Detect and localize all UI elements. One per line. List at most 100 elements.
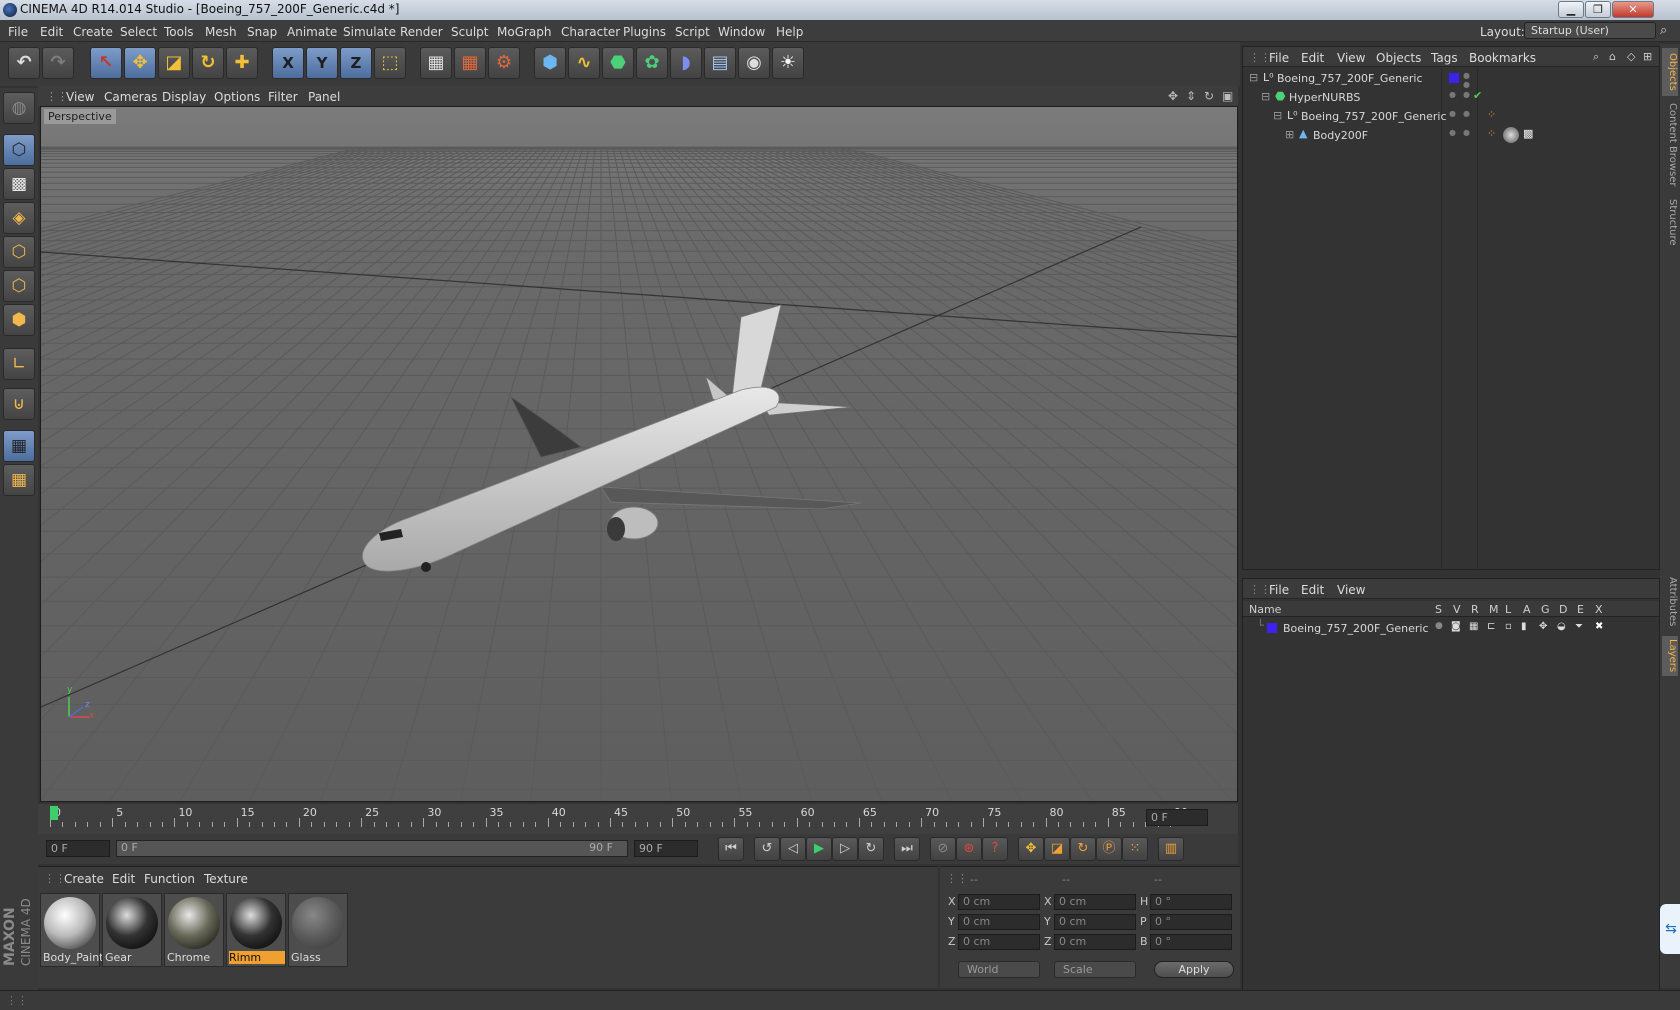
coordinate-mode-dropdown[interactable]: World (958, 961, 1040, 978)
key-parameter-icon[interactable]: Ⓟ (1096, 837, 1122, 861)
points-mode-icon[interactable]: ⬡ (3, 236, 35, 268)
tab-content-browser[interactable]: Content Browser (1662, 100, 1678, 190)
edges-mode-icon[interactable]: ⬡ (3, 270, 35, 302)
menu-mesh[interactable]: Mesh (205, 25, 237, 39)
goto-end-icon[interactable]: ⏭ (894, 837, 920, 861)
search-icon[interactable]: ⌕ (1660, 23, 1667, 38)
timeline-window-icon[interactable]: ▥ (1158, 837, 1184, 861)
view-toggle-icon[interactable]: ◙ (1451, 621, 1461, 632)
render-settings-icon[interactable]: ⚙ (488, 47, 520, 79)
search-icon[interactable]: ⌕ (1593, 50, 1599, 64)
layers-menu-edit[interactable]: Edit (1301, 583, 1324, 597)
perspective-viewport[interactable]: Perspective y x z (40, 106, 1238, 802)
tab-objects[interactable]: Objects (1662, 48, 1678, 96)
layers-menu-file[interactable]: File (1269, 583, 1289, 597)
autokey-icon[interactable]: ⊛ (956, 837, 982, 861)
visibility-dots[interactable]: ● (1449, 128, 1456, 137)
visibility-dots[interactable]: ● (1449, 90, 1456, 99)
size-x-field[interactable]: 0 cm (1054, 894, 1136, 910)
next-frame-icon[interactable]: ▷ (832, 837, 858, 861)
spline-pen-icon[interactable]: ∿ (568, 47, 600, 79)
teamviewer-icon[interactable]: ⇆ (1660, 904, 1680, 954)
goto-start-icon[interactable]: ⏮ (718, 837, 744, 861)
animation-toggle-icon[interactable]: ▮ (1521, 621, 1527, 632)
make-editable-icon[interactable]: ◍ (3, 92, 35, 124)
viewport-menu-options[interactable]: Options (214, 90, 260, 104)
planar-workplane-icon[interactable]: ▦ (3, 464, 35, 496)
grip-icon[interactable]: ⋮⋮ (44, 872, 66, 885)
objects-menu-file[interactable]: File (1269, 51, 1289, 65)
render-toggle-icon[interactable]: ▦ (1469, 621, 1478, 632)
texture-mode-icon[interactable]: ▩ (3, 168, 35, 200)
objects-menu-tags[interactable]: Tags (1431, 51, 1458, 65)
z-axis-icon[interactable]: Z (340, 47, 372, 79)
layout-dropdown[interactable]: Startup (User) (1524, 22, 1656, 39)
layer-row[interactable]: └ Boeing_757_200F_Generic ● ◙ ▦ ⊏ ▫ ▮ ✥ … (1243, 619, 1659, 638)
current-frame-field[interactable]: 0 F (1146, 809, 1208, 826)
layer-color-swatch[interactable] (1267, 623, 1277, 633)
link-icon[interactable]: ◇ (1627, 50, 1635, 63)
object-row-boeing-child[interactable]: ⊟ L⁰ Boeing_757_200F_Generic ● ● ⁘ (1243, 107, 1659, 126)
object-row-hypernurbs[interactable]: ⊟ ⬣ HyperNURBS ● ● ✔ (1243, 88, 1659, 107)
add-object-icon[interactable]: ✚ (226, 47, 258, 79)
menu-script[interactable]: Script (675, 25, 710, 39)
restore-button[interactable]: ❐ (1585, 1, 1611, 18)
menu-sculpt[interactable]: Sculpt (451, 25, 488, 39)
coordinate-system-icon[interactable]: ⬚ (374, 47, 406, 79)
rotate-icon[interactable]: ↻ (192, 47, 224, 79)
expression-toggle-icon[interactable]: ⏷ (1575, 621, 1583, 632)
play-icon[interactable]: ▶ (806, 837, 832, 861)
move-icon[interactable]: ✥ (124, 47, 156, 79)
material-menu-create[interactable]: Create (64, 872, 104, 886)
viewport-menu-cameras[interactable]: Cameras (104, 90, 157, 104)
record-keys-icon[interactable]: ⊘ (930, 837, 956, 861)
menu-animate[interactable]: Animate (287, 25, 337, 39)
render-dots[interactable]: ● (1463, 109, 1470, 118)
viewport-menu-panel[interactable]: Panel (308, 90, 340, 104)
menu-select[interactable]: Select (120, 25, 157, 39)
menu-simulate[interactable]: Simulate (343, 25, 396, 39)
menu-mograph[interactable]: MoGraph (497, 25, 552, 39)
objects-menu-view[interactable]: View (1337, 51, 1365, 65)
lock-toggle-icon[interactable]: ▫ (1505, 621, 1512, 632)
viewport-menu-view[interactable]: View (66, 90, 94, 104)
objects-menu-edit[interactable]: Edit (1301, 51, 1324, 65)
frame-range-slider[interactable]: 0 F 90 F (116, 840, 628, 857)
pos-x-field[interactable]: 0 cm (958, 894, 1040, 910)
grip-icon[interactable]: ⋮⋮ (1249, 51, 1271, 64)
material-glass[interactable]: Glass (288, 893, 348, 967)
viewport-nav-zoom-icon[interactable]: ⇕ (1186, 89, 1196, 103)
minimize-button[interactable]: ▁ (1558, 1, 1584, 18)
material-rimm[interactable]: Rimm (226, 893, 286, 967)
layer-color-swatch[interactable] (1449, 73, 1459, 83)
key-pla-icon[interactable]: ⁙ (1122, 837, 1148, 861)
viewport-nav-rotate-icon[interactable]: ↻ (1204, 89, 1214, 103)
rot-p-field[interactable]: 0 ° (1150, 914, 1232, 930)
texture-tag-icon[interactable]: ▩ (1523, 127, 1533, 140)
grip-icon[interactable]: ⋮⋮ (46, 90, 68, 103)
axis-mode-icon[interactable]: ∟ (3, 348, 35, 380)
size-z-field[interactable]: 0 cm (1054, 934, 1136, 950)
expand-icon[interactable]: ⊞ (1285, 128, 1294, 141)
tab-layers[interactable]: Layers (1662, 636, 1678, 676)
timeline-playhead[interactable] (50, 806, 58, 820)
grip-icon[interactable]: ⋮⋮ (1249, 583, 1271, 596)
menu-plugins[interactable]: Plugins (623, 25, 666, 39)
generator-toggle-icon[interactable]: ✥ (1539, 621, 1547, 632)
apply-button[interactable]: Apply (1154, 961, 1234, 978)
menu-tools[interactable]: Tools (164, 25, 194, 39)
size-y-field[interactable]: 0 cm (1054, 914, 1136, 930)
viewport-menu-filter[interactable]: Filter (268, 90, 298, 104)
keyframe-selection-icon[interactable]: ? (982, 837, 1008, 861)
expand-icon[interactable]: ⊟ (1249, 71, 1258, 84)
model-mode-icon[interactable]: ⬡ (3, 134, 35, 166)
menu-snap[interactable]: Snap (247, 25, 277, 39)
grip-icon[interactable]: ⋮⋮ (6, 994, 28, 1007)
key-position-icon[interactable]: ✥ (1018, 837, 1044, 861)
render-dots[interactable]: ● (1463, 90, 1470, 99)
home-icon[interactable]: ⌂ (1609, 50, 1616, 63)
material-gear[interactable]: Gear (102, 893, 162, 967)
phong-tag-icon[interactable]: ⁘ (1487, 127, 1496, 140)
light-icon[interactable]: ☀ (772, 47, 804, 79)
material-tag-icon[interactable] (1503, 127, 1519, 143)
